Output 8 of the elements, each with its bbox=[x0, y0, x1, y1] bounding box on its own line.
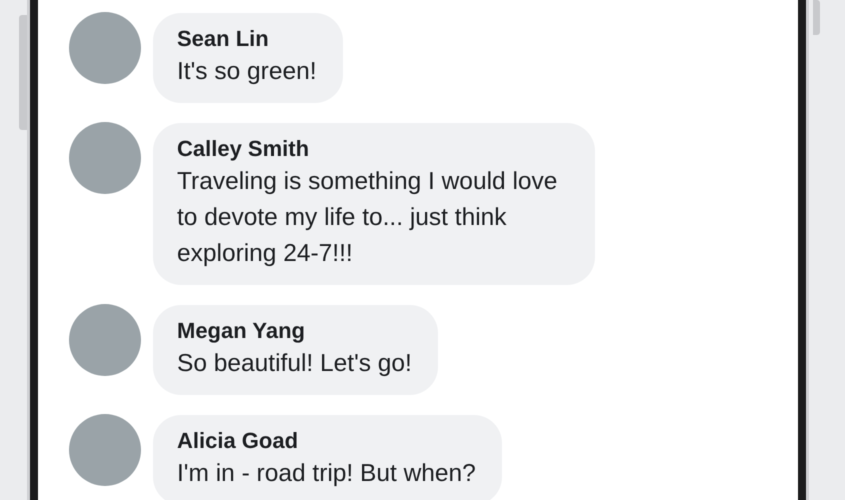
comment-author[interactable]: Calley Smith bbox=[177, 134, 569, 164]
comment-text: Traveling is something I would love to devote my life to... just think exploring 24-7!!! bbox=[177, 167, 558, 269]
comment-text: So beautiful! Let's go! bbox=[177, 349, 412, 379]
comment-author[interactable]: Sean Lin bbox=[177, 24, 316, 54]
comment-text: I'm in - road trip! But when? bbox=[177, 459, 476, 489]
comment-text: It's so green! bbox=[177, 57, 316, 87]
comment-author[interactable]: Alicia Goad bbox=[177, 426, 476, 456]
comment-author[interactable]: Megan Yang bbox=[177, 316, 412, 346]
